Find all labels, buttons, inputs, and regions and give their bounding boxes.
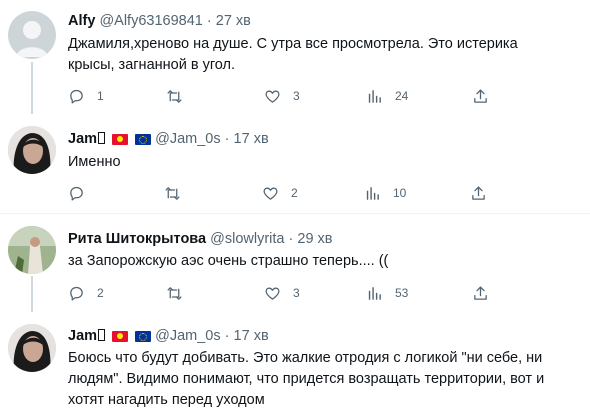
views-button[interactable]: 10 (364, 183, 406, 203)
share-button[interactable] (472, 86, 489, 106)
reply-icon (70, 89, 83, 104)
tweet-text: Джамиля,хреново на душе. С утра все прос… (68, 36, 518, 73)
retweet-button[interactable] (166, 283, 195, 303)
tweet-header: Jam @Jam_0s · 17 хв (68, 130, 269, 148)
user-handle[interactable]: @Alfy63169841 (99, 13, 202, 29)
views-button[interactable]: 24 (366, 86, 408, 106)
display-name[interactable]: Jam (68, 131, 106, 147)
display-name[interactable]: Jam (68, 328, 106, 344)
eu-flag-icon (135, 331, 152, 342)
default-avatar-icon (16, 21, 48, 57)
reply-button[interactable]: 1 (68, 86, 104, 106)
like-icon (265, 287, 280, 300)
user-handle[interactable]: @Jam_0s (155, 131, 221, 147)
user-handle[interactable]: @slowlyrita (210, 231, 284, 247)
views-icon (368, 89, 381, 103)
tweet-header: Jam @Jam_0s · 17 хв (68, 327, 269, 345)
thread-line (31, 276, 33, 312)
user-photo-icon (8, 126, 56, 174)
like-icon (265, 90, 280, 103)
retweet-button[interactable] (166, 86, 195, 106)
share-button[interactable] (470, 183, 487, 203)
separator: · (206, 13, 212, 29)
user-photo-icon (8, 324, 56, 372)
tweet-header: Alfy @Alfy63169841 · 27 хв (68, 12, 251, 30)
unknown-glyph-icon (98, 132, 106, 144)
retweet-button[interactable] (164, 183, 193, 203)
unknown-glyph-icon (98, 329, 106, 341)
tweet-text: за Запорожскую аэс очень страшно теперь.… (68, 253, 389, 269)
views-icon (368, 286, 381, 300)
timestamp[interactable]: 17 хв (234, 131, 269, 147)
views-count: 24 (395, 89, 409, 103)
tweet-4[interactable]: Jam @Jam_0s · 17 хв Боюсь что будут доби… (0, 310, 590, 413)
avatar[interactable] (8, 11, 56, 59)
retweet-icon (167, 286, 182, 300)
views-button[interactable]: 53 (366, 283, 408, 303)
tweet-text: Боюсь что будут добивать. Это жалкие отр… (68, 350, 545, 408)
timestamp[interactable]: 17 хв (234, 328, 269, 344)
tweet-1[interactable]: Alfy @Alfy63169841 · 27 хв Джамиля,хрено… (0, 0, 590, 114)
avatar[interactable] (8, 324, 56, 372)
avatar[interactable] (8, 226, 56, 274)
like-count: 3 (293, 286, 300, 300)
views-count: 10 (393, 186, 407, 200)
tweet-2[interactable]: Jam @Jam_0s · 17 хв Именно 2 10 (0, 112, 590, 208)
tweet-text: Именно (68, 154, 121, 170)
separator: · (224, 131, 230, 147)
kyrgyzstan-flag-icon (112, 331, 129, 342)
kyrgyzstan-flag-icon (112, 134, 129, 145)
user-photo-icon (8, 226, 56, 274)
thread-line (31, 62, 33, 114)
reply-icon (70, 286, 83, 301)
action-bar: 1 3 24 (68, 86, 508, 106)
reply-count: 1 (97, 89, 104, 103)
share-icon (474, 285, 487, 300)
share-icon (472, 185, 485, 200)
action-bar: 2 10 (68, 183, 508, 203)
tweet-header: Рита Шитокрытова @slowlyrita · 29 хв (68, 230, 333, 248)
like-count: 3 (293, 89, 300, 103)
timestamp[interactable]: 29 хв (297, 231, 332, 247)
like-button[interactable]: 2 (262, 183, 298, 203)
share-button[interactable] (472, 283, 489, 303)
avatar[interactable] (8, 126, 56, 174)
user-handle[interactable]: @Jam_0s (155, 328, 221, 344)
retweet-icon (167, 89, 182, 103)
reply-icon (70, 186, 83, 201)
retweet-icon (165, 186, 180, 200)
separator: · (288, 231, 294, 247)
display-name[interactable]: Рита Шитокрытова (68, 231, 206, 247)
share-icon (474, 88, 487, 103)
action-bar: 2 3 53 (68, 283, 508, 303)
reply-button[interactable] (68, 183, 97, 203)
like-count: 2 (291, 186, 298, 200)
display-name[interactable]: Alfy (68, 13, 95, 29)
views-icon (366, 186, 379, 200)
reply-count: 2 (97, 286, 104, 300)
views-count: 53 (395, 286, 409, 300)
tweet-3[interactable]: Рита Шитокрытова @slowlyrita · 29 хв за … (0, 214, 590, 312)
like-icon (263, 187, 278, 200)
timestamp[interactable]: 27 хв (216, 13, 251, 29)
eu-flag-icon (135, 134, 152, 145)
separator: · (224, 328, 230, 344)
like-button[interactable]: 3 (264, 86, 300, 106)
like-button[interactable]: 3 (264, 283, 300, 303)
reply-button[interactable]: 2 (68, 283, 104, 303)
